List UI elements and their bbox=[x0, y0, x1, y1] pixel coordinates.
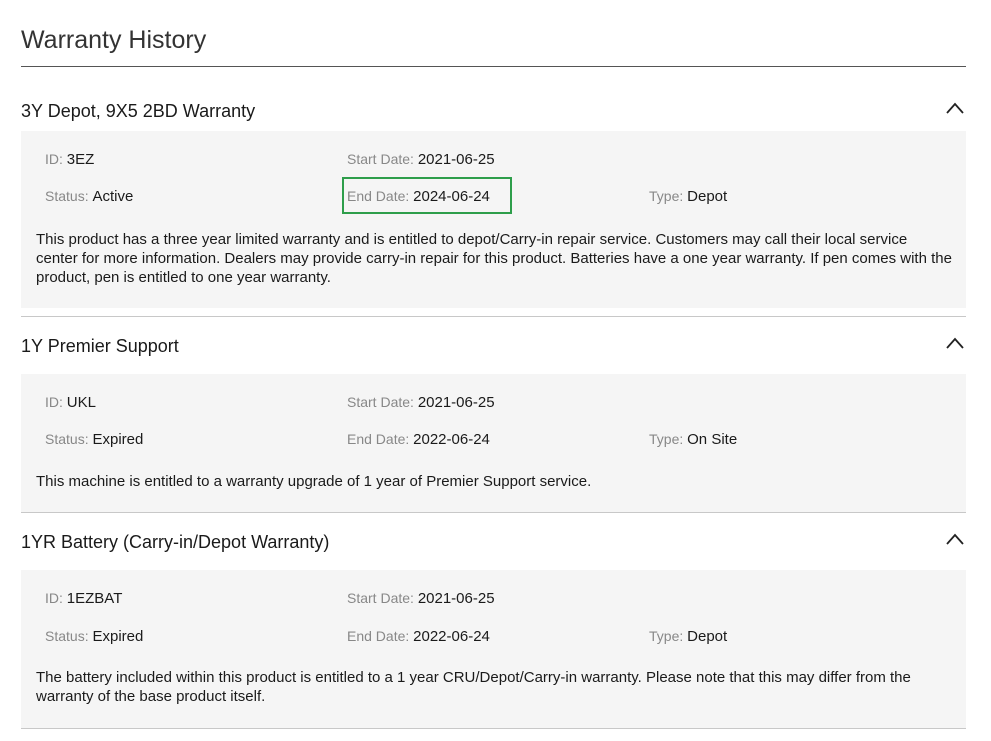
id-value: 1EZBAT bbox=[66, 590, 123, 607]
type-value: Depot bbox=[687, 628, 728, 645]
warranty-title: 1Y Premier Support bbox=[21, 336, 179, 356]
end-date-value: 2022-06-24 bbox=[413, 628, 490, 645]
type-value: Depot bbox=[687, 188, 728, 205]
status-value: Expired bbox=[92, 431, 144, 448]
chevron-up-icon[interactable] bbox=[946, 336, 964, 350]
start-date-value: 2021-06-25 bbox=[417, 151, 495, 168]
id-value: UKL bbox=[66, 394, 96, 411]
start-date-value: 2021-06-25 bbox=[417, 590, 495, 607]
status-field: Status: Expired bbox=[45, 628, 144, 645]
id-value: 3EZ bbox=[66, 151, 95, 168]
end-date-value: 2022-06-24 bbox=[413, 431, 490, 448]
end-date-field: End Date: 2022-06-24 bbox=[347, 431, 490, 448]
end-date-field: End Date: 2022-06-24 bbox=[347, 628, 490, 645]
warranty-section: 1Y Premier Support ID: UKL Start Date: 2… bbox=[21, 326, 966, 512]
id-label: ID bbox=[45, 590, 59, 606]
start-date-field: Start Date: 2021-06-25 bbox=[347, 151, 495, 168]
start-date-label: Start Date bbox=[347, 151, 411, 167]
warranty-details-panel: ID: 3EZ Start Date: 2021-06-25 Status: A… bbox=[21, 131, 966, 308]
start-date-label: Start Date bbox=[347, 590, 411, 606]
warranty-details-panel: ID: 1EZBAT Start Date: 2021-06-25 Status… bbox=[21, 570, 966, 728]
status-label: Status bbox=[45, 628, 85, 644]
type-label: Type bbox=[649, 431, 680, 447]
warranty-description: This product has a three year limited wa… bbox=[36, 231, 952, 286]
page-title: Warranty History bbox=[21, 26, 207, 54]
type-field: Type: On Site bbox=[649, 431, 738, 448]
status-field: Status: Expired bbox=[45, 431, 144, 448]
section-divider bbox=[21, 512, 966, 513]
type-field: Type: Depot bbox=[649, 628, 728, 645]
id-label: ID bbox=[45, 151, 59, 167]
chevron-up-icon[interactable] bbox=[946, 532, 964, 546]
warranty-description: The battery included within this product… bbox=[36, 669, 911, 705]
end-date-label: End Date bbox=[347, 628, 406, 644]
warranty-section: 1YR Battery (Carry-in/Depot Warranty) ID… bbox=[21, 522, 966, 728]
type-field: Type: Depot bbox=[649, 188, 728, 205]
section-divider bbox=[21, 316, 966, 317]
warranty-id-field: ID: 3EZ bbox=[45, 151, 95, 168]
chevron-up-icon[interactable] bbox=[946, 101, 964, 115]
warranty-section-header[interactable]: 1YR Battery (Carry-in/Depot Warranty) bbox=[21, 522, 966, 570]
title-divider bbox=[21, 66, 966, 67]
end-date-label: End Date bbox=[347, 431, 406, 447]
id-label: ID bbox=[45, 394, 59, 410]
warranty-id-field: ID: UKL bbox=[45, 394, 96, 411]
status-label: Status bbox=[45, 188, 85, 204]
warranty-section-header[interactable]: 3Y Depot, 9X5 2BD Warranty bbox=[21, 91, 966, 131]
status-field: Status: Active bbox=[45, 188, 134, 205]
warranty-title: 3Y Depot, 9X5 2BD Warranty bbox=[21, 101, 256, 121]
start-date-label: Start Date bbox=[347, 394, 411, 410]
warranty-details-panel: ID: UKL Start Date: 2021-06-25 Status: E… bbox=[21, 374, 966, 512]
status-value: Expired bbox=[92, 628, 144, 645]
section-divider bbox=[21, 728, 966, 729]
type-value: On Site bbox=[687, 431, 738, 448]
warranty-section-header[interactable]: 1Y Premier Support bbox=[21, 326, 966, 374]
type-label: Type bbox=[649, 628, 680, 644]
warranty-section: 3Y Depot, 9X5 2BD Warranty ID: 3EZ Start… bbox=[21, 91, 966, 308]
end-date-highlight bbox=[342, 177, 512, 214]
start-date-field: Start Date: 2021-06-25 bbox=[347, 590, 495, 607]
warranty-title: 1YR Battery (Carry-in/Depot Warranty) bbox=[21, 532, 330, 552]
start-date-value: 2021-06-25 bbox=[417, 394, 495, 411]
status-value: Active bbox=[92, 188, 134, 205]
type-label: Type bbox=[649, 188, 680, 204]
warranty-description: This machine is entitled to a warranty u… bbox=[36, 473, 592, 490]
warranty-id-field: ID: 1EZBAT bbox=[45, 590, 123, 607]
start-date-field: Start Date: 2021-06-25 bbox=[347, 394, 495, 411]
status-label: Status bbox=[45, 431, 85, 447]
